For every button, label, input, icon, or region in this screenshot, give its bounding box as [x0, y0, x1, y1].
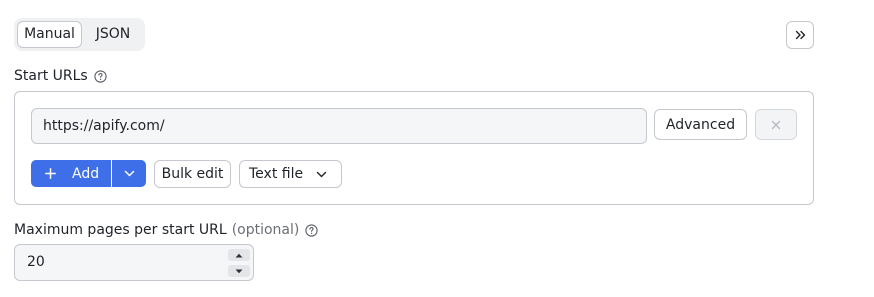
text-file-label: Text file — [249, 166, 304, 182]
add-button-group: Add — [31, 160, 146, 187]
add-button-label: Add — [72, 165, 100, 182]
max-pages-value: 20 — [27, 254, 45, 270]
tab-manual[interactable]: Manual — [17, 21, 82, 48]
mode-toggle: Manual JSON — [14, 18, 145, 51]
plus-icon — [45, 168, 56, 179]
add-options-dropdown[interactable] — [112, 160, 146, 187]
max-pages-label: Maximum pages per start URL (optional) — [14, 222, 319, 238]
chevron-down-icon — [316, 171, 327, 178]
advanced-button[interactable]: Advanced — [654, 109, 747, 140]
increment-button[interactable] — [228, 249, 250, 261]
start-urls-label: Start URLs — [14, 68, 107, 84]
start-url-input[interactable] — [31, 108, 647, 144]
start-urls-panel: Advanced Add Bulk edit Text fi — [14, 91, 814, 205]
double-chevron-right-icon — [795, 30, 806, 40]
help-icon[interactable] — [305, 223, 319, 237]
max-pages-input[interactable]: 20 — [14, 244, 254, 281]
add-button[interactable]: Add — [31, 160, 111, 187]
help-icon[interactable] — [94, 69, 107, 83]
text-file-button[interactable]: Text file — [239, 160, 342, 188]
chevron-down-icon — [124, 170, 135, 177]
start-urls-label-text: Start URLs — [14, 68, 88, 84]
remove-url-button[interactable] — [755, 109, 797, 140]
caret-up-icon — [235, 253, 243, 258]
expand-panel-button[interactable] — [786, 21, 814, 49]
optional-label: (optional) — [231, 222, 300, 238]
bulk-edit-button[interactable]: Bulk edit — [154, 160, 231, 188]
tab-json[interactable]: JSON — [85, 21, 141, 48]
max-pages-label-text: Maximum pages per start URL — [14, 222, 227, 238]
caret-down-icon — [235, 269, 243, 274]
close-icon — [771, 120, 781, 130]
decrement-button[interactable] — [228, 265, 250, 277]
